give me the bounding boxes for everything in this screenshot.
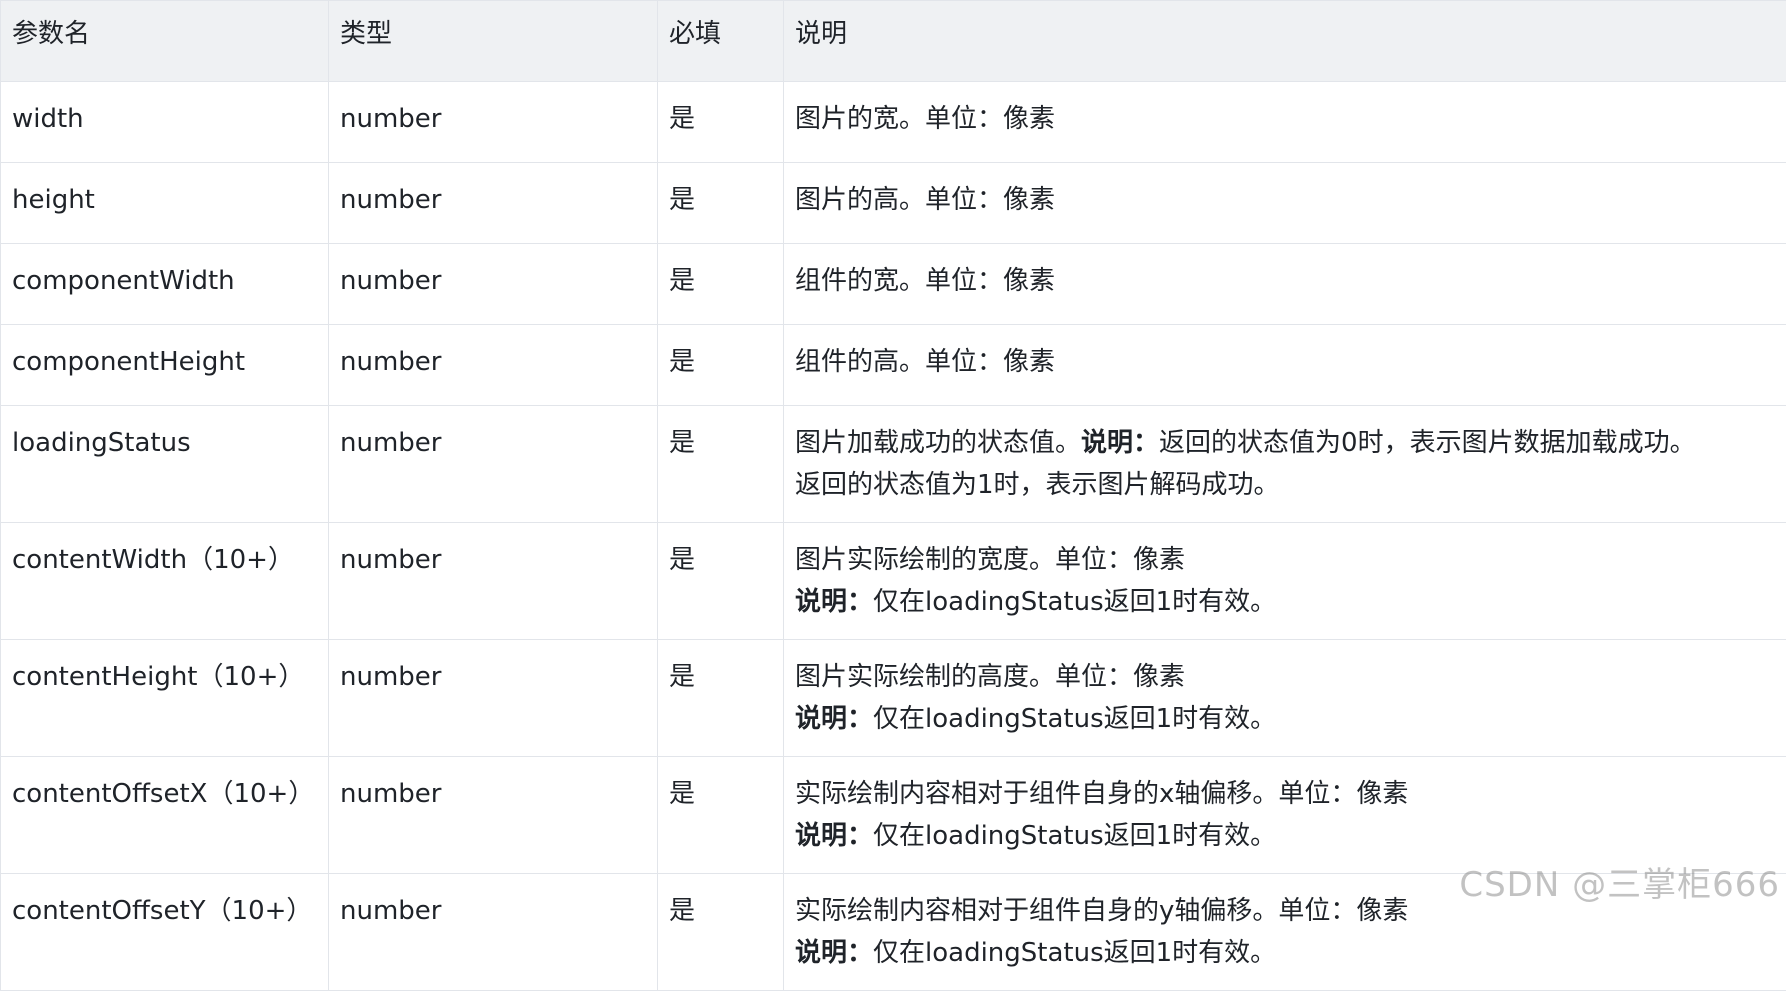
description-line: 实际绘制内容相对于组件自身的x轴偏移。单位：像素 <box>795 773 1776 815</box>
description-line: 组件的宽。单位：像素 <box>795 260 1776 302</box>
table-row: componentHeight number 是 组件的高。单位：像素 <box>1 325 1786 406</box>
csdn-watermark: CSDN @三掌柜666 <box>1459 857 1780 906</box>
table-row: contentWidth（10+） number 是 图片实际绘制的宽度。单位：… <box>1 523 1786 640</box>
type-cell: number <box>329 244 658 325</box>
table-row: contentHeight（10+） number 是 图片实际绘制的高度。单位… <box>1 640 1786 757</box>
required-cell: 是 <box>658 406 784 523</box>
required-cell: 是 <box>658 523 784 640</box>
header-description: 说明 <box>784 1 1786 82</box>
description-cell: 图片的宽。单位：像素 <box>784 82 1786 163</box>
description-cell: 组件的宽。单位：像素 <box>784 244 1786 325</box>
description-line: 图片的高。单位：像素 <box>795 179 1776 221</box>
description-text: 返回的状态值为0时，表示图片数据加载成功。 <box>1159 428 1696 458</box>
description-cell: 图片的高。单位：像素 <box>784 163 1786 244</box>
table-row: contentOffsetX（10+） number 是 实际绘制内容相对于组件… <box>1 757 1786 874</box>
note-label: 说明： <box>795 704 873 734</box>
description-line: 组件的高。单位：像素 <box>795 341 1776 383</box>
description-text: 仅在loadingStatus返回1时有效。 <box>873 587 1276 617</box>
table-row: width number 是 图片的宽。单位：像素 <box>1 82 1786 163</box>
required-cell: 是 <box>658 640 784 757</box>
description-text: 仅在loadingStatus返回1时有效。 <box>873 821 1276 851</box>
description-cell: 组件的高。单位：像素 <box>784 325 1786 406</box>
type-cell: number <box>329 523 658 640</box>
param-name-cell: contentWidth（10+） <box>1 523 329 640</box>
description-line: 图片加载成功的状态值。说明：返回的状态值为0时，表示图片数据加载成功。 <box>795 422 1776 464</box>
param-name-cell: width <box>1 82 329 163</box>
description-line: 图片实际绘制的宽度。单位：像素 <box>795 539 1776 581</box>
description-text: 仅在loadingStatus返回1时有效。 <box>873 938 1276 968</box>
description-cell: 图片实际绘制的高度。单位：像素 说明：仅在loadingStatus返回1时有效… <box>784 640 1786 757</box>
description-line: 图片实际绘制的高度。单位：像素 <box>795 656 1776 698</box>
type-cell: number <box>329 325 658 406</box>
table-row: componentWidth number 是 组件的宽。单位：像素 <box>1 244 1786 325</box>
description-line: 说明：仅在loadingStatus返回1时有效。 <box>795 815 1776 857</box>
type-cell: number <box>329 640 658 757</box>
note-label: 说明： <box>795 821 873 851</box>
note-label: 说明： <box>1081 428 1159 458</box>
description-cell: 实际绘制内容相对于组件自身的x轴偏移。单位：像素 说明：仅在loadingSta… <box>784 757 1786 874</box>
table-row: height number 是 图片的高。单位：像素 <box>1 163 1786 244</box>
header-type: 类型 <box>329 1 658 82</box>
table-row: loadingStatus number 是 图片加载成功的状态值。说明：返回的… <box>1 406 1786 523</box>
type-cell: number <box>329 82 658 163</box>
param-name-cell: contentOffsetX（10+） <box>1 757 329 874</box>
param-name-cell: componentWidth <box>1 244 329 325</box>
param-name-cell: contentHeight（10+） <box>1 640 329 757</box>
type-cell: number <box>329 163 658 244</box>
description-line: 图片的宽。单位：像素 <box>795 98 1776 140</box>
param-name-cell: height <box>1 163 329 244</box>
parameter-table: 参数名 类型 必填 说明 width number 是 图片的宽。单位：像素 h… <box>0 0 1786 991</box>
table-header-row: 参数名 类型 必填 说明 <box>1 1 1786 82</box>
required-cell: 是 <box>658 757 784 874</box>
description-text: 仅在loadingStatus返回1时有效。 <box>873 704 1276 734</box>
description-line: 说明：仅在loadingStatus返回1时有效。 <box>795 698 1776 740</box>
required-cell: 是 <box>658 82 784 163</box>
header-param-name: 参数名 <box>1 1 329 82</box>
type-cell: number <box>329 757 658 874</box>
required-cell: 是 <box>658 874 784 991</box>
required-cell: 是 <box>658 163 784 244</box>
param-name-cell: loadingStatus <box>1 406 329 523</box>
description-line: 说明：仅在loadingStatus返回1时有效。 <box>795 932 1776 974</box>
param-name-cell: componentHeight <box>1 325 329 406</box>
required-cell: 是 <box>658 325 784 406</box>
description-line: 返回的状态值为1时，表示图片解码成功。 <box>795 464 1776 506</box>
description-text: 图片加载成功的状态值。 <box>795 428 1081 458</box>
description-cell: 图片实际绘制的宽度。单位：像素 说明：仅在loadingStatus返回1时有效… <box>784 523 1786 640</box>
param-name-cell: contentOffsetY（10+） <box>1 874 329 991</box>
type-cell: number <box>329 406 658 523</box>
note-label: 说明： <box>795 587 873 617</box>
required-cell: 是 <box>658 244 784 325</box>
header-required: 必填 <box>658 1 784 82</box>
type-cell: number <box>329 874 658 991</box>
description-line: 说明：仅在loadingStatus返回1时有效。 <box>795 581 1776 623</box>
note-label: 说明： <box>795 938 873 968</box>
description-cell: 图片加载成功的状态值。说明：返回的状态值为0时，表示图片数据加载成功。 返回的状… <box>784 406 1786 523</box>
